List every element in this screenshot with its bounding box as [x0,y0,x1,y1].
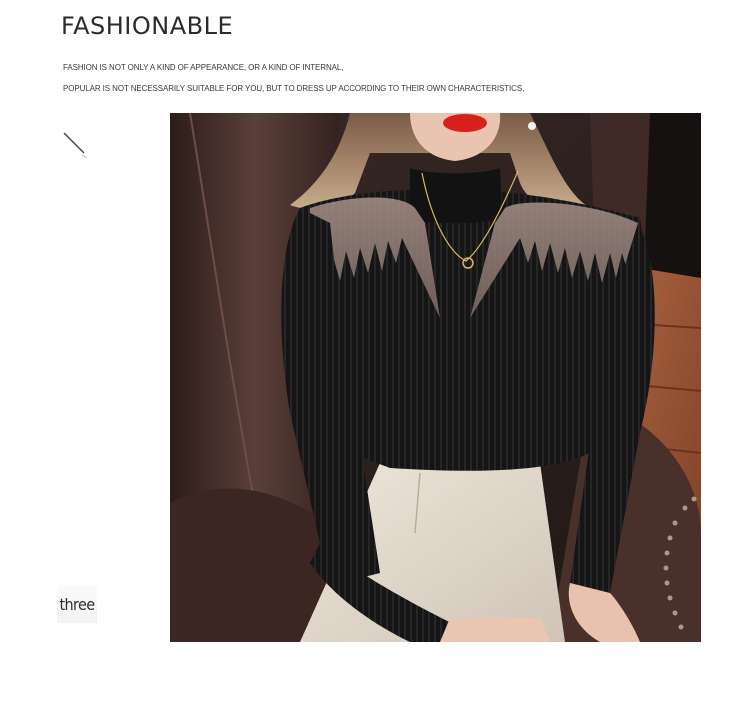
product-photo [170,113,701,642]
tagline-line-1: FASHION IS NOT ONLY A KIND OF APPEARANCE… [63,63,344,72]
photo-number-label: three [57,585,97,623]
page-headline: FASHIONABLE [61,12,234,40]
diagonal-slash-icon [62,130,90,160]
product-photo-illustration [170,113,701,642]
tagline-line-2: POPULAR IS NOT NECESSARILY SUITABLE FOR … [63,84,525,93]
